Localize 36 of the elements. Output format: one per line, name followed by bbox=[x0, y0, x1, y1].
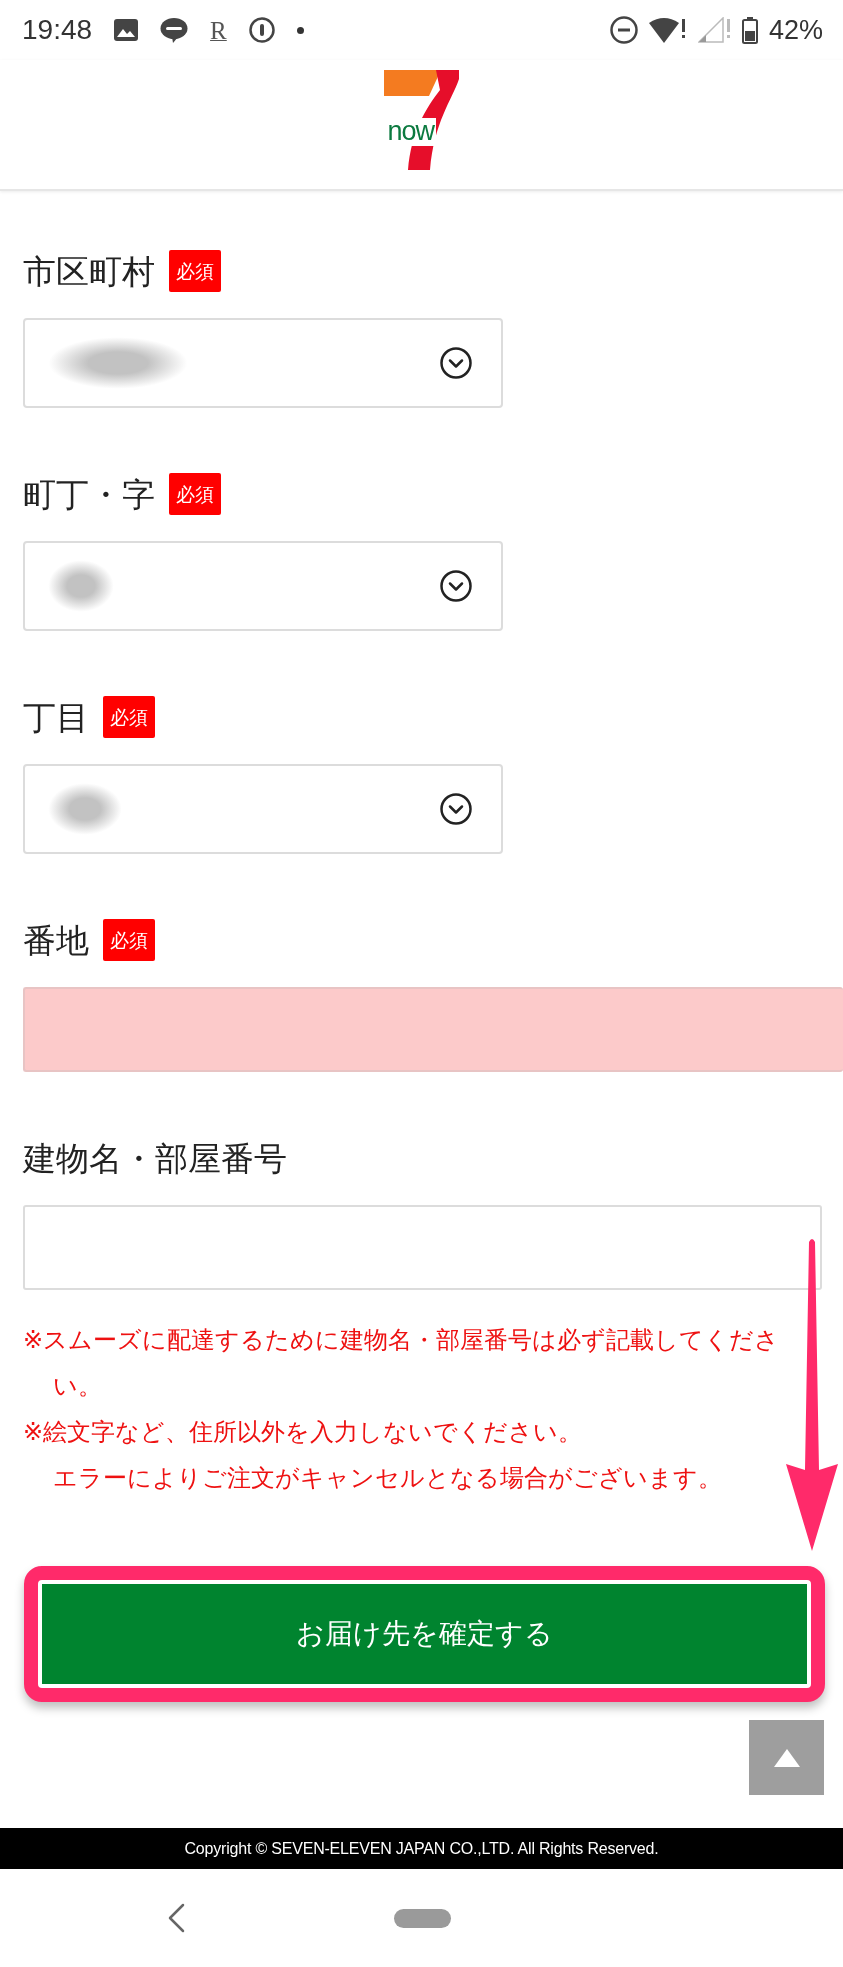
chevron-down-icon bbox=[440, 347, 472, 379]
field-label: 市区町村 bbox=[23, 254, 155, 288]
field-label: 建物名・部屋番号 bbox=[23, 1141, 287, 1175]
notification-letter: R bbox=[210, 17, 227, 43]
notice-text: ※絵文字など、住所以外を入力しないでください。 エラーによりご注文がキャンセルとなる場合がございます。 bbox=[23, 1417, 723, 1494]
chevron-down-icon bbox=[440, 570, 472, 602]
input-field[interactable] bbox=[23, 1205, 822, 1290]
notice-text: ※スムーズに配達するために建物名・部屋番号は必ず記載してください。 bbox=[23, 1325, 781, 1402]
notification-dot-icon bbox=[296, 26, 304, 34]
chat-bubble-icon bbox=[160, 17, 189, 43]
battery-percent: 42% bbox=[768, 16, 823, 44]
select-field[interactable] bbox=[23, 318, 503, 408]
field-label: 町丁・字 bbox=[23, 477, 155, 511]
required-badge: 必須 bbox=[103, 696, 155, 738]
battery-icon bbox=[741, 16, 758, 44]
select-field[interactable] bbox=[23, 541, 503, 631]
required-badge: 必須 bbox=[169, 250, 221, 292]
signal-icon bbox=[697, 17, 731, 43]
status-time: 19:48 bbox=[22, 16, 93, 44]
triangle-up-icon bbox=[773, 1748, 800, 1767]
wifi-icon bbox=[648, 17, 687, 43]
field-label: 丁目 bbox=[23, 700, 89, 734]
scroll-top-button[interactable] bbox=[749, 1720, 824, 1795]
input-field[interactable] bbox=[23, 987, 843, 1072]
back-icon[interactable] bbox=[167, 1903, 185, 1933]
select-field[interactable] bbox=[23, 764, 503, 854]
copyright-text: Copyright © SEVEN-ELEVEN JAPAN CO.,LTD. All Rights Reserved. bbox=[184, 1839, 659, 1858]
home-pill-icon[interactable] bbox=[394, 1908, 451, 1928]
circle-bar-icon bbox=[248, 17, 275, 43]
required-badge: 必須 bbox=[169, 473, 221, 515]
do-not-disturb-icon bbox=[609, 16, 638, 44]
confirm-button[interactable]: お届け先を確定する bbox=[42, 1584, 807, 1684]
field-label: 番地 bbox=[23, 923, 89, 957]
required-badge: 必須 bbox=[103, 919, 155, 961]
image-icon bbox=[114, 19, 139, 41]
chevron-down-icon bbox=[440, 793, 472, 825]
